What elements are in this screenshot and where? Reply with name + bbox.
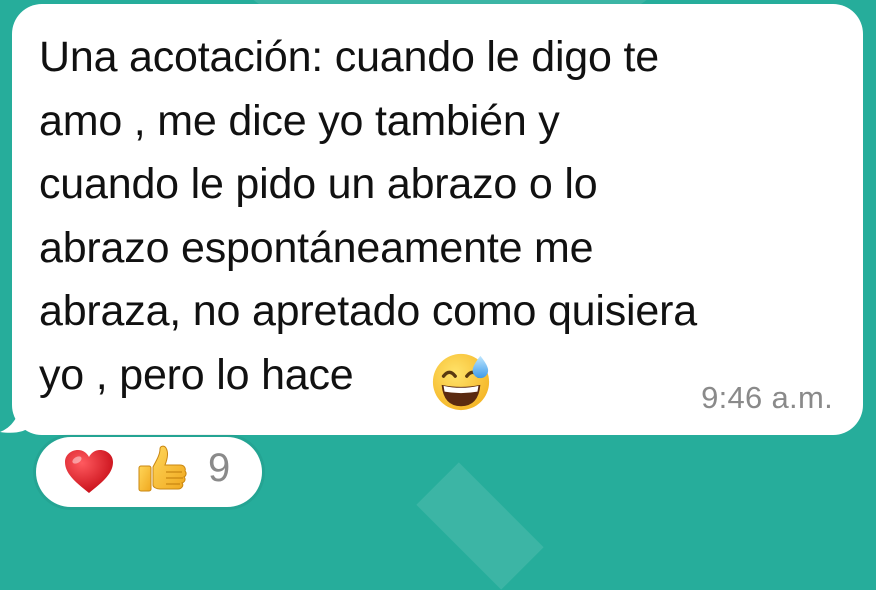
- thumbs-up-icon: [138, 445, 187, 492]
- reactions-pill[interactable]: 9: [36, 437, 262, 507]
- reaction-count: 9: [208, 446, 231, 490]
- message-bubble[interactable]: Una acotación: cuando le digo te amo , m…: [12, 4, 863, 435]
- heart-icon: [65, 450, 113, 493]
- message-timestamp: 9:46 a.m.: [701, 380, 833, 415]
- background-diamond: [416, 462, 544, 590]
- sweat-smile-emoji: [432, 353, 490, 411]
